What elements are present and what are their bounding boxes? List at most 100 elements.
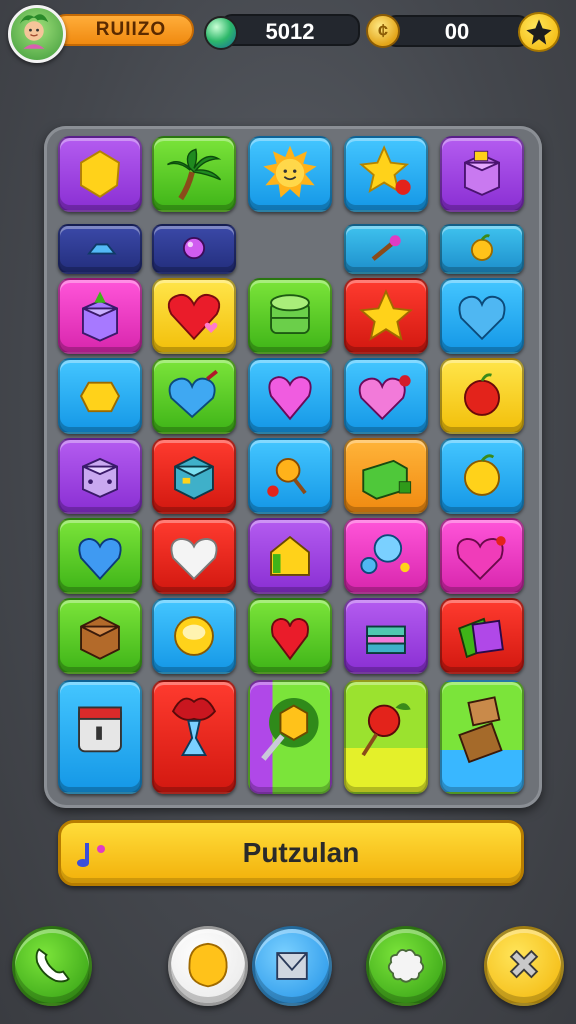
tile-golden-apple[interactable] <box>440 438 524 514</box>
books-icon <box>458 617 504 659</box>
avatar-face-icon <box>19 14 49 49</box>
flower-button[interactable] <box>366 926 446 1006</box>
tile-gold-coin[interactable] <box>152 598 236 674</box>
wooden-blocks-icon <box>458 696 503 764</box>
add-coins-button[interactable] <box>518 12 560 52</box>
cube-icon <box>174 455 214 500</box>
tile-star-with-apple[interactable] <box>344 136 428 212</box>
banner-label: Putzulan <box>242 837 360 868</box>
tile-red-heart[interactable] <box>152 278 236 354</box>
plus-icon <box>526 19 552 45</box>
envelope-icon <box>276 952 308 980</box>
house-icon <box>270 535 310 576</box>
tile-gift-box[interactable] <box>58 278 142 354</box>
barrel-icon <box>270 294 310 334</box>
apple-stick-icon <box>361 703 411 757</box>
tile-gold-star[interactable] <box>344 278 428 354</box>
coin-icon <box>188 942 228 988</box>
tile-blue-heart-2[interactable] <box>58 518 142 594</box>
apple-icon <box>470 234 494 261</box>
cube-key-icon <box>261 697 319 761</box>
gem-icon <box>204 16 238 50</box>
tile-pink-heart[interactable] <box>248 358 332 434</box>
heart-icon <box>170 537 218 581</box>
flower-icon <box>387 949 425 983</box>
calendar-icon <box>78 706 122 753</box>
tile-wooden-blocks[interactable] <box>440 680 524 794</box>
tile-lollipop[interactable] <box>248 438 332 514</box>
coin-icon: ¢ <box>366 14 400 48</box>
crystal-icon <box>87 243 117 255</box>
mail-button[interactable] <box>252 926 332 1006</box>
tile-yellow-house[interactable] <box>248 518 332 594</box>
tile-blue-heart[interactable] <box>440 278 524 354</box>
phone-button[interactable] <box>12 926 92 1006</box>
tile-blue-crystal-chip[interactable] <box>58 224 142 274</box>
tile-red-apple[interactable] <box>440 358 524 434</box>
heart-icon <box>167 293 221 341</box>
apple-icon <box>464 373 500 416</box>
heart-icon <box>456 536 506 581</box>
tile-blue-heart-bow[interactable] <box>152 358 236 434</box>
level-banner[interactable]: Putzulan <box>58 820 524 886</box>
heart-icon <box>78 537 122 581</box>
crate-icon <box>80 615 120 660</box>
heart-icon <box>271 617 309 661</box>
tile-purple-dice[interactable] <box>58 438 142 514</box>
tile-blue-bubbles[interactable] <box>344 518 428 594</box>
coin-count: 00 <box>384 15 530 47</box>
tile-yellow-cube-key[interactable] <box>248 680 332 794</box>
heart-icon <box>458 295 506 341</box>
player-name: RUIIZO <box>50 14 194 46</box>
apple-icon <box>464 454 500 496</box>
gem-counter: 5012 <box>204 12 360 50</box>
tile-teal-cube[interactable] <box>152 438 236 514</box>
gift-box-icon <box>82 291 118 342</box>
sun-icon <box>263 145 317 198</box>
heart-icon <box>268 376 312 421</box>
tile-green-barrel[interactable] <box>248 278 332 354</box>
star-icon <box>359 289 413 341</box>
tile-magenta-heart[interactable] <box>440 518 524 594</box>
tile-pink-heart-berry[interactable] <box>344 358 428 434</box>
tile-calendar[interactable] <box>58 680 142 794</box>
tile-layered-cake-box[interactable] <box>344 598 428 674</box>
tile-purple-gift-box[interactable] <box>440 136 524 212</box>
close-button[interactable] <box>484 926 564 1006</box>
tile-purple-orb[interactable] <box>152 224 236 274</box>
tile-yellow-hexagon-gem[interactable] <box>58 136 142 212</box>
tile-red-heart-2[interactable] <box>248 598 332 674</box>
tile-green-gift-box[interactable] <box>344 438 428 514</box>
close-icon <box>509 949 539 979</box>
coin-icon <box>174 616 214 656</box>
palm-tree-icon <box>167 148 222 201</box>
game-board <box>44 126 542 808</box>
tile-palm-tree[interactable] <box>152 136 236 212</box>
tile-red-apple-stick[interactable] <box>344 680 428 794</box>
tile-magic-wand[interactable] <box>344 224 428 274</box>
tile-sun-face[interactable] <box>248 136 332 212</box>
coin-button[interactable] <box>168 926 248 1006</box>
hexagon-gem-icon <box>80 150 120 198</box>
tile-red-fountain[interactable] <box>152 680 236 794</box>
star-icon <box>359 145 411 195</box>
wand-icon <box>371 235 401 261</box>
tile-white-heart[interactable] <box>152 518 236 594</box>
gift-box-icon <box>464 150 500 196</box>
tile-golden-apple-small[interactable] <box>440 224 524 274</box>
phone-icon <box>35 948 70 983</box>
cake-box-icon <box>366 625 406 654</box>
gem-icon <box>79 381 121 413</box>
tile-yellow-gem[interactable] <box>58 358 142 434</box>
orb-icon <box>182 237 206 260</box>
top-hud: RUIIZO 5012 ¢ 00 <box>0 0 576 64</box>
coin-counter: ¢ 00 <box>366 12 566 52</box>
tile-magic-books[interactable] <box>440 598 524 674</box>
dice-icon <box>82 457 118 498</box>
player-avatar[interactable] <box>8 5 66 63</box>
heart-icon <box>358 375 411 421</box>
fountain-icon <box>171 697 217 757</box>
tile-brown-crate[interactable] <box>58 598 142 674</box>
heart-icon <box>168 369 218 419</box>
lollipop-icon <box>267 458 307 497</box>
